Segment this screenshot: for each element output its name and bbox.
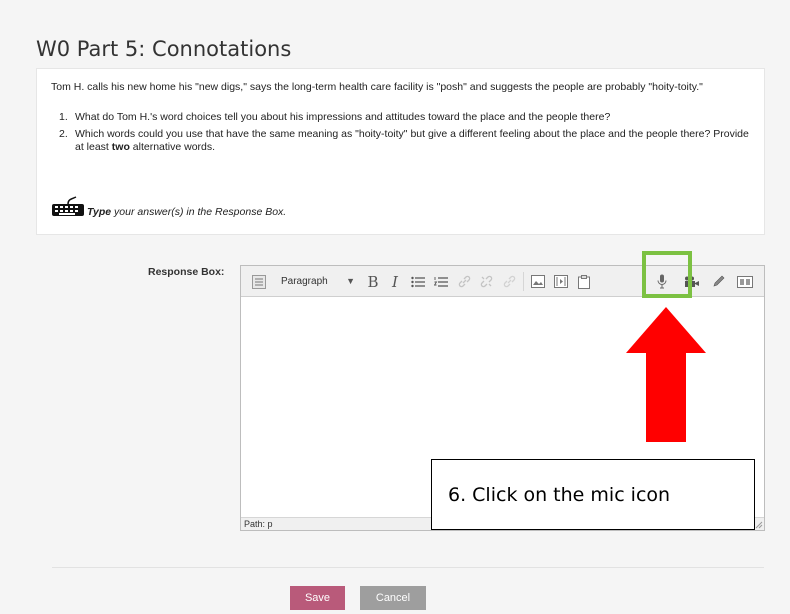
paste-icon[interactable] [575,272,593,291]
link-icon[interactable] [456,272,472,291]
response-box-label: Response Box: [148,266,225,278]
numbered-list-icon[interactable] [432,272,450,291]
page-title: W0 Part 5: Connotations [36,37,292,61]
instruction-text: your answer(s) in the Response Box. [111,206,287,218]
question-emphasis: two [111,141,130,153]
divider [52,567,764,568]
save-button[interactable]: Save [290,586,345,610]
italic-icon[interactable]: I [388,272,402,291]
cancel-button[interactable]: Cancel [360,586,426,610]
red-arrow-icon [626,307,706,442]
instruction-emphasis: Type [87,206,112,218]
pencil-icon[interactable] [709,272,727,291]
format-dropdown[interactable]: Paragraph ▼ [277,272,359,291]
unlink-icon[interactable] [478,272,494,291]
keyboard-icon [52,196,84,216]
question-text-end: alternative words. [129,141,216,153]
bullet-list-icon[interactable] [409,272,427,291]
toolbar-toggle-icon[interactable] [249,272,269,291]
chevron-down-icon: ▼ [346,276,355,286]
anchor-icon[interactable] [501,272,517,291]
instruction-callout: 6. Click on the mic icon [431,459,755,530]
embed-icon[interactable] [735,272,755,291]
question-number: 1. [59,111,68,123]
prompt-panel: Tom H. calls his new home his "new digs,… [36,68,765,235]
question-list: 1. What do Tom H.'s word choices tell yo… [59,111,759,158]
question-item: 1. What do Tom H.'s word choices tell yo… [59,111,759,124]
bold-icon[interactable]: B [365,272,381,291]
question-text: What do Tom H.'s word choices tell you a… [75,111,611,123]
toolbar-separator [523,272,524,291]
media-icon[interactable] [552,272,570,291]
prompt-intro: Tom H. calls his new home his "new digs,… [51,81,703,93]
mic-highlight-box [642,251,692,298]
image-icon[interactable] [529,272,547,291]
callout-text: 6. Click on the mic icon [448,484,671,506]
question-item: 2. Which words could you use that have t… [59,128,759,154]
question-number: 2. [59,128,68,140]
instruction-line: Type your answer(s) in the Response Box. [87,206,286,218]
format-dropdown-value: Paragraph [281,276,328,287]
